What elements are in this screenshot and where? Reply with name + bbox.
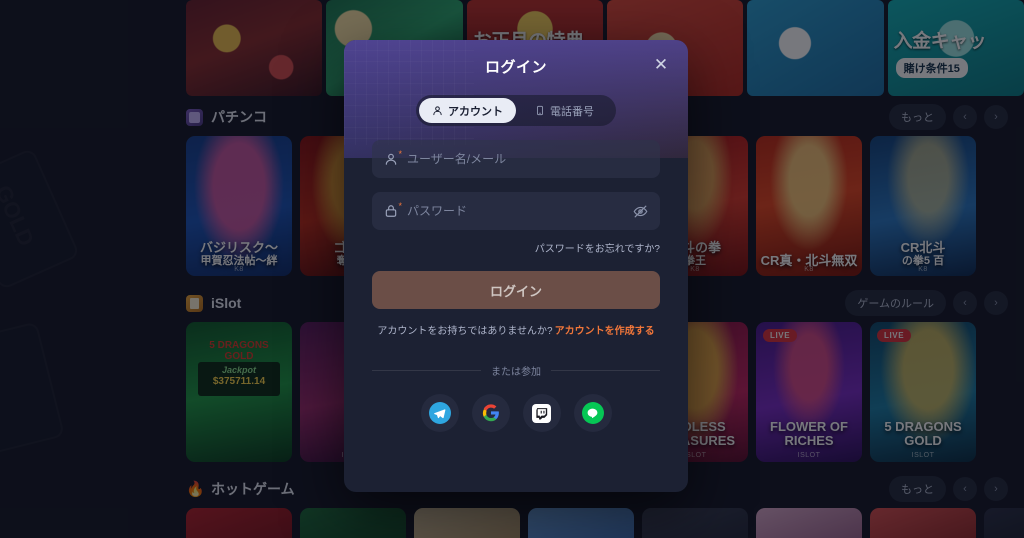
user-icon <box>432 105 443 116</box>
tab-phone-label: 電話番号 <box>550 105 594 118</box>
auth-method-tabs: アカウント 電話番号 <box>416 95 616 126</box>
telegram-icon <box>428 402 451 424</box>
twitch-login-button[interactable] <box>522 394 561 432</box>
create-account-link[interactable]: アカウントを作成する <box>555 326 655 337</box>
line-login-button[interactable] <box>573 394 612 432</box>
social-divider: または参加 <box>372 363 660 378</box>
tab-account-label: アカウント <box>448 105 503 118</box>
password-input[interactable] <box>407 204 633 218</box>
forgot-password-row: パスワードをお忘れですか? <box>372 240 660 255</box>
required-marker: * <box>398 201 402 211</box>
forgot-password-link[interactable]: パスワードをお忘れですか? <box>535 240 660 255</box>
signup-prompt-text: アカウントをお持ちではありませんか? <box>377 326 553 337</box>
user-icon: * <box>384 150 402 166</box>
login-submit-button[interactable]: ログイン <box>372 271 660 309</box>
required-marker: * <box>398 149 402 159</box>
social-login-row <box>372 394 660 432</box>
close-icon[interactable]: ✕ <box>648 52 674 78</box>
social-divider-label: または参加 <box>491 367 541 378</box>
telegram-login-button[interactable] <box>420 394 459 432</box>
lock-icon: * <box>384 202 402 218</box>
google-icon <box>480 402 502 424</box>
twitch-icon <box>532 403 551 423</box>
line-icon <box>581 402 604 424</box>
tab-account[interactable]: アカウント <box>419 98 516 123</box>
username-input[interactable] <box>407 152 648 166</box>
username-field-wrapper[interactable]: * <box>372 140 660 178</box>
login-modal: ✕ ログイン アカウント 電話番号 * ユーザー名/メール * パスワードをお忘… <box>344 40 688 492</box>
signup-prompt-row: アカウントをお持ちではありませんか? アカウントを作成する <box>372 322 660 337</box>
login-modal-body: ログイン アカウント 電話番号 * ユーザー名/メール * パスワードをお忘れで… <box>344 40 688 432</box>
password-field-wrapper[interactable]: * <box>372 192 660 230</box>
page-title: ログイン <box>484 59 547 76</box>
eye-off-icon[interactable] <box>633 204 648 219</box>
google-login-button[interactable] <box>471 394 510 432</box>
app-root: お正月の特典 入金キャッ 賭け条件15 パチンコ もっと ‹ › <box>0 0 1024 538</box>
tab-phone[interactable]: 電話番号 <box>516 98 613 123</box>
phone-icon <box>535 105 545 116</box>
